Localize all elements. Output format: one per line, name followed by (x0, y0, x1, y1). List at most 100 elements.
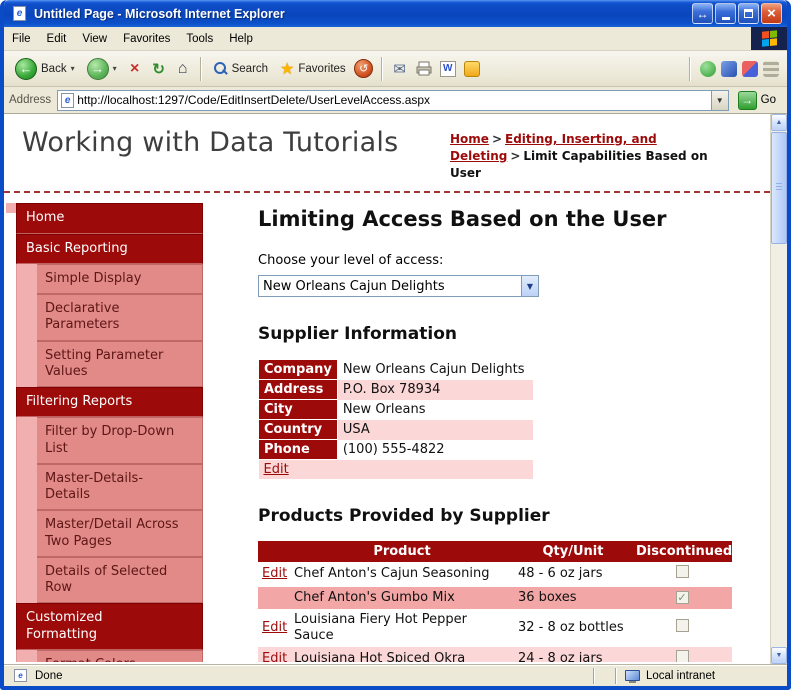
print-icon (416, 61, 432, 76)
local-intranet-icon (625, 670, 640, 683)
discontinued-checkbox (675, 619, 689, 633)
scroll-up-button[interactable]: ▲ (771, 114, 787, 131)
supplier-edit-link[interactable]: Edit (264, 462, 289, 477)
menu-tools[interactable]: Tools (178, 27, 221, 50)
table-row: Edit (258, 459, 533, 480)
address-bar: Address e ▼ → Go (4, 87, 787, 114)
refresh-icon: ↻ (152, 60, 165, 78)
toolbar-addon-icon[interactable] (742, 60, 758, 77)
table-row: Country USA (258, 419, 533, 441)
messenger-icon (463, 60, 480, 77)
back-button[interactable]: ← Back ▾ (10, 56, 80, 82)
product-edit-link[interactable]: Edit (262, 651, 287, 662)
security-zone-text: Local intranet (646, 669, 716, 682)
breadcrumb: Home > Editing, Inserting, and Deleting > Li… (450, 132, 708, 180)
access-level-select[interactable]: New Orleans Cajun Delights ▼ (258, 275, 539, 298)
back-dropdown-icon[interactable]: ▾ (71, 64, 75, 73)
address-dropdown-button[interactable]: ▼ (710, 90, 728, 110)
sidebar-item-details-of-selected-row[interactable]: Details of Selected Row (37, 556, 203, 604)
sidebar-item-format-colors[interactable]: Format Colors (37, 649, 203, 663)
maximize-icon (744, 9, 753, 18)
minimize-button[interactable] (715, 3, 736, 24)
discontinued-checkbox (675, 590, 689, 604)
toolbar-addon-icon[interactable] (763, 60, 779, 77)
scrollbar-thumb[interactable] (771, 132, 787, 244)
print-button[interactable] (413, 58, 435, 80)
close-button[interactable]: × (761, 3, 782, 24)
resize-button[interactable]: ↔ (692, 3, 713, 24)
scrollbar-track[interactable] (771, 131, 787, 647)
supplier-table: Company New Orleans Cajun Delights Addres… (258, 359, 534, 480)
edit-with-word-button[interactable]: W (437, 58, 459, 80)
mail-icon: ✉ (393, 60, 406, 78)
breadcrumb-home-link[interactable]: Home (450, 132, 489, 146)
sidebar: Home Basic Reporting Simple Display Decl… (16, 203, 203, 663)
table-row: Edit Chef Anton's Cajun Seasoning 48 - 6… (258, 562, 732, 586)
word-icon: W (439, 60, 456, 77)
toolbar-separator (199, 56, 202, 81)
sidebar-item-filtering-reports[interactable]: Filtering Reports (16, 387, 203, 418)
stop-button[interactable]: × (124, 58, 146, 80)
sidebar-item-simple-display[interactable]: Simple Display (37, 263, 203, 295)
sidebar-corner-decoration (6, 203, 16, 214)
table-row: Chef Anton's Gumbo Mix 36 boxes (258, 586, 732, 609)
history-button[interactable]: ↺ (353, 58, 375, 80)
browser-window: e Untitled Page - Microsoft Internet Exp… (0, 0, 791, 690)
toolbar-separator (689, 56, 691, 81)
products-table: Product Qty/Unit Discontinued Edit Chef … (258, 541, 732, 663)
sidebar-item-basic-reporting[interactable]: Basic Reporting (16, 233, 203, 264)
sidebar-item-filter-by-dropdown-list[interactable]: Filter by Drop-Down List (37, 417, 203, 464)
go-arrow-icon: → (737, 90, 757, 110)
sidebar-item-master-detail-two-pages[interactable]: Master/Detail Across Two Pages (37, 510, 203, 557)
menu-edit[interactable]: Edit (39, 27, 75, 50)
sidebar-item-home[interactable]: Home (16, 203, 203, 234)
access-level-selected-value: New Orleans Cajun Delights (263, 278, 445, 294)
refresh-button[interactable]: ↻ (148, 58, 170, 80)
stop-icon: × (129, 59, 140, 77)
search-icon (213, 61, 228, 76)
scroll-down-button[interactable]: ▼ (771, 647, 787, 664)
history-icon: ↺ (354, 59, 374, 78)
maximize-button[interactable] (738, 3, 759, 24)
menu-bar: File Edit View Favorites Tools Help (4, 27, 787, 51)
window-title: Untitled Page - Microsoft Internet Explo… (34, 6, 285, 21)
forward-button[interactable]: → ▾ (82, 56, 122, 82)
forward-dropdown-icon[interactable]: ▾ (113, 64, 117, 73)
minimize-icon (721, 17, 730, 20)
toolbar-addon-icon[interactable] (700, 60, 716, 77)
menu-file[interactable]: File (4, 27, 39, 50)
home-button[interactable]: ⌂ (172, 58, 194, 80)
select-dropdown-icon: ▼ (521, 276, 538, 297)
favorites-star-icon: ★ (280, 60, 295, 78)
forward-icon: → (86, 57, 109, 80)
mail-button[interactable]: ✉ (389, 58, 411, 80)
ie-page-icon[interactable]: e (13, 6, 26, 21)
menu-view[interactable]: View (74, 27, 115, 50)
sidebar-item-declarative-parameters[interactable]: Declarative Parameters (37, 294, 203, 341)
address-input[interactable] (77, 91, 711, 109)
product-edit-link[interactable]: Edit (262, 566, 287, 581)
home-icon: ⌂ (177, 59, 188, 77)
status-text: Done (35, 669, 63, 682)
toolbar-addon-icon[interactable] (721, 60, 737, 77)
sidebar-item-setting-parameter-values[interactable]: Setting Parameter Values (37, 340, 203, 388)
sidebar-item-master-details-details[interactable]: Master-Details-Details (37, 463, 203, 511)
status-page-icon: e (14, 669, 27, 682)
table-row: Company New Orleans Cajun Delights (258, 359, 534, 381)
menu-help[interactable]: Help (221, 27, 261, 50)
favicon-page-icon: e (61, 92, 75, 108)
favorites-button[interactable]: ★ Favorites (275, 57, 351, 81)
sidebar-item-customized-formatting[interactable]: Customized Formatting (16, 603, 203, 650)
vertical-scrollbar[interactable]: ▲ ▼ (770, 114, 787, 664)
table-row: City New Orleans (258, 399, 534, 421)
page-title: Limiting Access Based on the User (258, 207, 667, 232)
toolbar: ← Back ▾ → ▾ × ↻ ⌂ Search ★ Favorites ↺ … (4, 51, 787, 87)
menu-favorites[interactable]: Favorites (115, 27, 178, 50)
go-button[interactable]: → Go (735, 90, 782, 110)
search-button[interactable]: Search (208, 59, 273, 78)
site-title: Working with Data Tutorials (22, 127, 399, 158)
messenger-button[interactable] (461, 58, 483, 80)
product-edit-link[interactable]: Edit (262, 620, 287, 635)
status-bar: e Done Local intranet (4, 664, 787, 686)
table-row: Edit Louisiana Hot Spiced Okra 24 - 8 oz… (258, 647, 732, 663)
